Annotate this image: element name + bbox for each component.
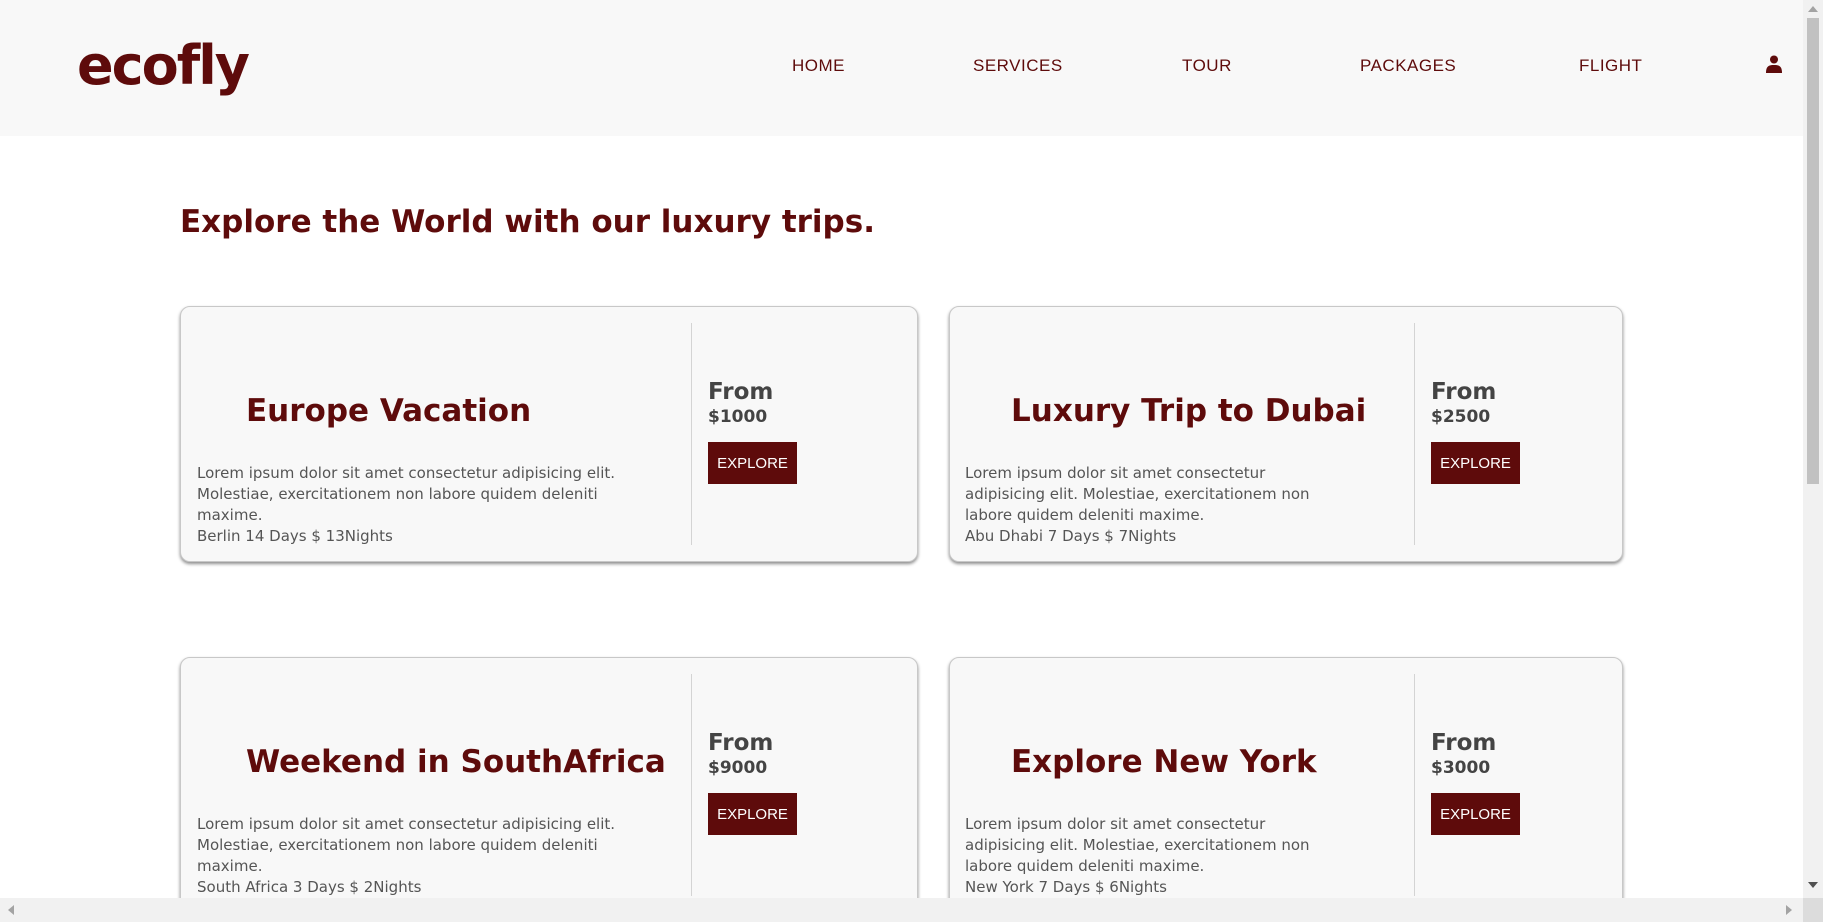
price-from-label: From <box>1431 730 1497 756</box>
vertical-scrollbar[interactable] <box>1803 0 1823 922</box>
explore-button[interactable]: EXPLORE <box>1431 442 1520 484</box>
nav-packages[interactable]: PACKAGES <box>1360 56 1456 76</box>
price-value: $2500 <box>1431 407 1491 427</box>
trip-title: Weekend in SouthAfrica <box>246 744 666 780</box>
card-divider <box>1414 323 1415 545</box>
scroll-right-arrow-icon[interactable] <box>1786 905 1792 915</box>
trip-description: Lorem ipsum dolor sit amet consectetur a… <box>965 815 1310 896</box>
trip-description: Lorem ipsum dolor sit amet consectetur a… <box>197 815 616 896</box>
price-value: $9000 <box>708 758 768 778</box>
card-divider <box>691 323 692 545</box>
price-from-label: From <box>708 730 774 756</box>
trip-description: Lorem ipsum dolor sit amet consectetur a… <box>965 464 1310 545</box>
trip-title: Explore New York <box>1011 744 1317 780</box>
page-title: Explore the World with our luxury trips. <box>180 204 875 240</box>
explore-button[interactable]: EXPLORE <box>708 442 797 484</box>
trip-description: Lorem ipsum dolor sit amet consectetur a… <box>197 464 616 545</box>
user-icon[interactable] <box>1766 55 1782 73</box>
trip-card-europe: Europe Vacation Lorem ipsum dolor sit am… <box>180 306 918 562</box>
explore-button[interactable]: EXPLORE <box>708 793 797 835</box>
site-header: ecofly HOME SERVICES TOUR PACKAGES FLIGH… <box>0 0 1803 136</box>
price-from-label: From <box>708 379 774 405</box>
trip-title: Europe Vacation <box>246 393 532 429</box>
scroll-down-arrow-icon[interactable] <box>1808 882 1818 888</box>
card-divider <box>691 674 692 896</box>
price-from-label: From <box>1431 379 1497 405</box>
trip-card-dubai: Luxury Trip to Dubai Lorem ipsum dolor s… <box>949 306 1623 562</box>
horizontal-scrollbar[interactable] <box>0 898 1803 922</box>
trip-meta: Abu Dhabi 7 Days $ 7Nights <box>965 527 1177 545</box>
scrollbar-corner <box>1803 898 1823 922</box>
vertical-scrollbar-thumb[interactable] <box>1807 18 1819 484</box>
explore-button[interactable]: EXPLORE <box>1431 793 1520 835</box>
trip-meta: South Africa 3 Days $ 2Nights <box>197 878 422 896</box>
nav-flight[interactable]: FLIGHT <box>1579 56 1642 76</box>
trip-meta: Berlin 14 Days $ 13Nights <box>197 527 393 545</box>
trip-title: Luxury Trip to Dubai <box>1011 393 1367 429</box>
trip-meta: New York 7 Days $ 6Nights <box>965 878 1167 896</box>
logo[interactable]: ecofly <box>77 34 250 97</box>
trip-card-newyork: Explore New York Lorem ipsum dolor sit a… <box>949 657 1623 913</box>
price-value: $1000 <box>708 407 768 427</box>
scroll-up-arrow-icon[interactable] <box>1808 6 1818 12</box>
trip-card-southafrica: Weekend in SouthAfrica Lorem ipsum dolor… <box>180 657 918 913</box>
page: ecofly HOME SERVICES TOUR PACKAGES FLIGH… <box>0 0 1823 922</box>
nav-services[interactable]: SERVICES <box>973 56 1063 76</box>
scroll-left-arrow-icon[interactable] <box>8 905 14 915</box>
nav-home[interactable]: HOME <box>792 56 845 76</box>
price-value: $3000 <box>1431 758 1491 778</box>
nav-tour[interactable]: TOUR <box>1182 56 1232 76</box>
card-divider <box>1414 674 1415 896</box>
